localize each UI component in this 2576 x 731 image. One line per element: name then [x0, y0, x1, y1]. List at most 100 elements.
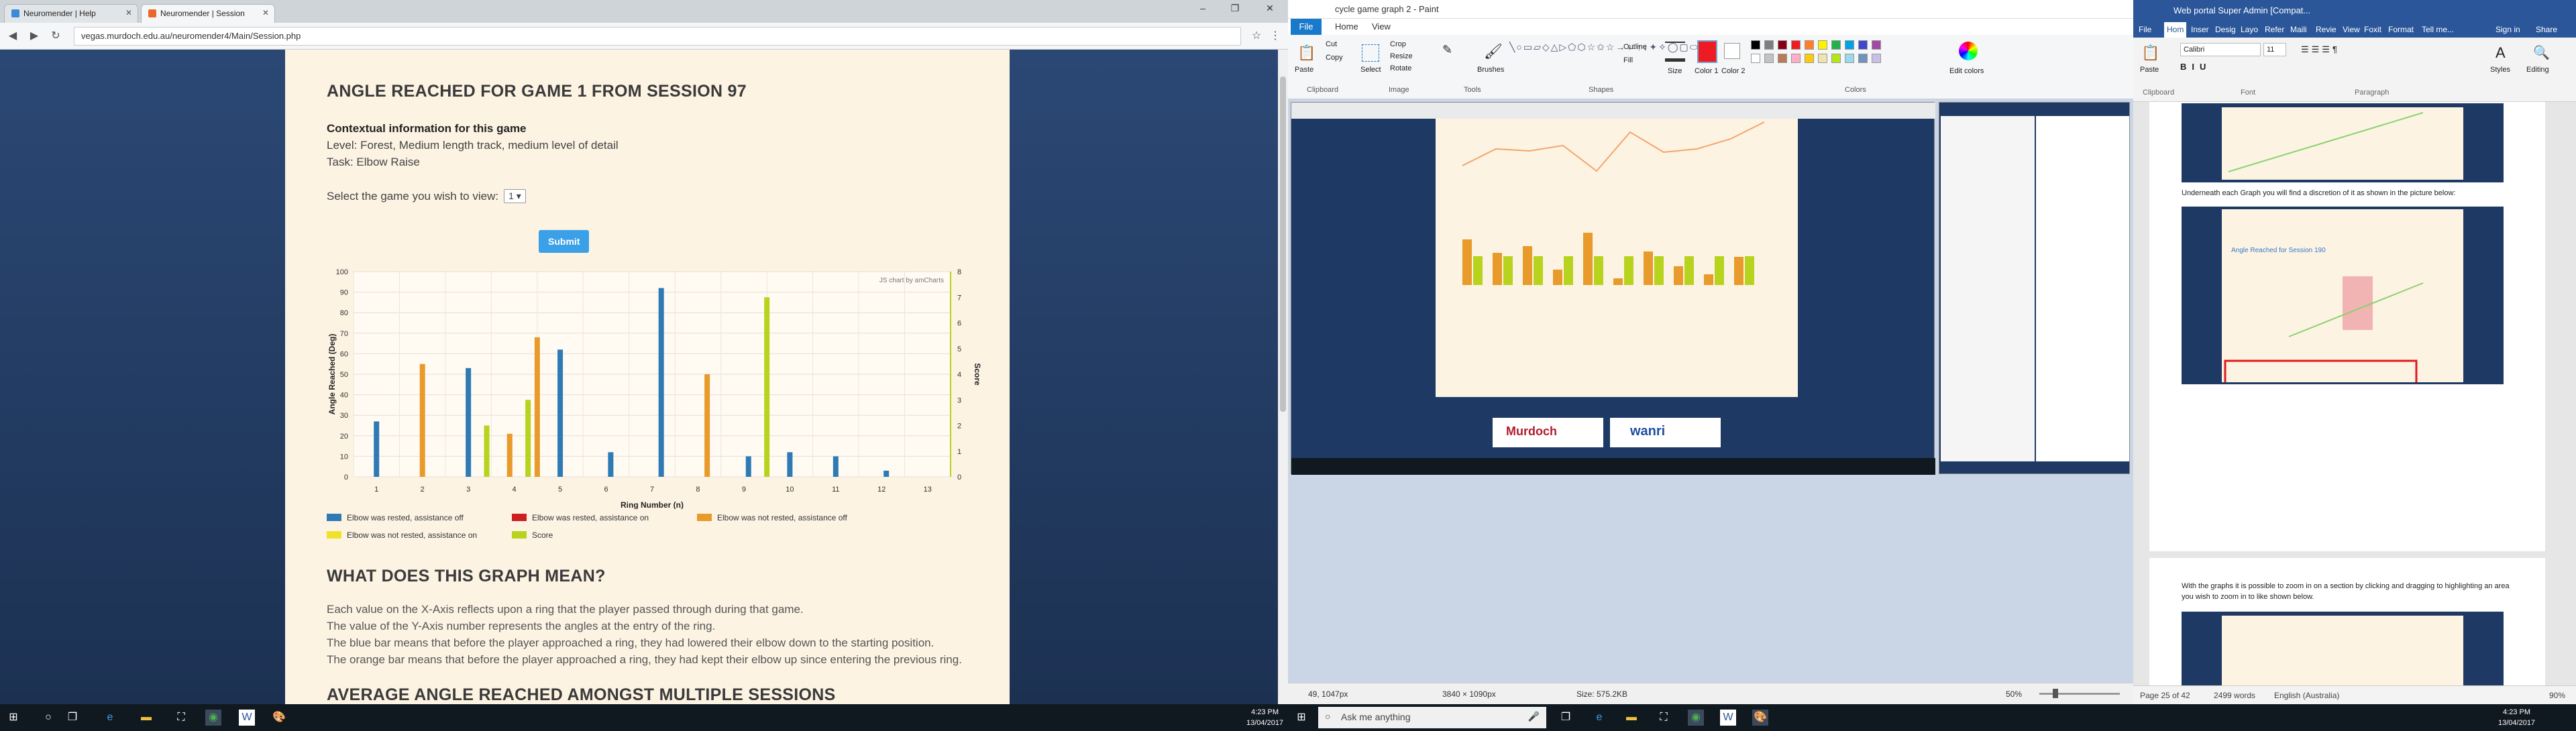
taskbar-clock-right[interactable]: 4:23 PM 13/04/2017	[2498, 707, 2535, 728]
paste-button[interactable]: Paste	[1295, 66, 1313, 74]
word-tab[interactable]: File	[2139, 25, 2151, 34]
star-icon[interactable]: ☆	[1249, 29, 1264, 44]
url-input[interactable]: vegas.murdoch.edu.au/neuromender4/Main/S…	[74, 27, 1241, 46]
palette-color[interactable]	[1858, 54, 1868, 63]
outline-button[interactable]: Outline	[1623, 43, 1647, 51]
store-icon[interactable]: ⛶	[1656, 710, 1672, 726]
tab-help[interactable]: Neuromender | Help ✕	[4, 4, 138, 23]
chrome-icon[interactable]: ◉	[1688, 710, 1704, 726]
palette-color[interactable]	[1845, 40, 1854, 50]
submit-button[interactable]: Submit	[539, 230, 590, 253]
cut-button[interactable]: Cut	[1326, 40, 1337, 48]
tell-me-input[interactable]: Tell me...	[2422, 25, 2454, 34]
word-tab[interactable]: Revie	[2316, 25, 2337, 34]
legend-item[interactable]: Elbow was not rested, assistance on	[327, 530, 477, 540]
select-button[interactable]: Select	[1360, 66, 1381, 74]
palette-color[interactable]	[1778, 54, 1787, 63]
paste-icon[interactable]: 📋	[2141, 44, 2159, 62]
task-view-icon[interactable]: ❐	[1558, 710, 1574, 726]
font-size-select[interactable]: 11	[2263, 43, 2286, 56]
paint-icon[interactable]: 🎨	[271, 710, 287, 726]
copy-button[interactable]: Copy	[1326, 54, 1343, 62]
word-document-area[interactable]: Underneath each Graph you will find a di…	[2133, 102, 2576, 685]
zoom-slider[interactable]	[2039, 693, 2120, 695]
word-icon[interactable]: W	[1720, 710, 1736, 726]
rotate-button[interactable]: Rotate	[1390, 64, 1411, 72]
word-tab[interactable]: Refer	[2265, 25, 2284, 34]
word-tab[interactable]: Layo	[2241, 25, 2258, 34]
select-icon[interactable]	[1362, 44, 1379, 62]
fill-button[interactable]: Fill	[1623, 56, 1633, 64]
edge-icon[interactable]: e	[102, 710, 118, 726]
palette-color[interactable]	[1751, 40, 1760, 50]
zoom-thumb[interactable]	[2053, 689, 2058, 698]
cortana-icon[interactable]: ○	[40, 710, 56, 726]
resize-button[interactable]: Resize	[1390, 52, 1413, 60]
palette-color[interactable]	[1805, 54, 1814, 63]
color2-button[interactable]: Color 2	[1721, 67, 1745, 75]
sign-in-link[interactable]: Sign in	[2496, 25, 2520, 34]
edge-icon[interactable]: e	[1591, 710, 1607, 726]
file-explorer-icon[interactable]: ▬	[138, 710, 154, 726]
palette-color[interactable]	[1831, 54, 1841, 63]
game-select[interactable]: 1 ▾	[504, 189, 526, 203]
legend-item[interactable]: Score	[512, 530, 553, 540]
word-paste-button[interactable]: Paste	[2140, 66, 2159, 74]
editing-icon[interactable]: 🔍	[2533, 44, 2550, 61]
color-palette[interactable]	[1751, 40, 1892, 67]
styles-icon[interactable]: A	[2496, 44, 2506, 62]
word-tab[interactable]: Desig	[2215, 25, 2236, 34]
palette-color[interactable]	[1818, 54, 1827, 63]
paint-icon[interactable]: 🎨	[1752, 710, 1768, 726]
scroll-thumb[interactable]	[1280, 76, 1286, 412]
palette-color[interactable]	[1778, 40, 1787, 50]
palette-color[interactable]	[1818, 40, 1827, 50]
palette-color[interactable]	[1751, 54, 1760, 63]
word-tab[interactable]: Format	[2388, 25, 2414, 34]
size-button[interactable]: Size	[1668, 67, 1682, 75]
paint-file-tab[interactable]: File	[1291, 19, 1322, 35]
color2-swatch[interactable]	[1724, 43, 1740, 59]
edit-colors-button[interactable]: Edit colors	[1949, 67, 1984, 75]
minimize-button[interactable]: –	[1193, 3, 1213, 17]
palette-color[interactable]	[1872, 40, 1881, 50]
editing-button[interactable]: Editing	[2526, 66, 2549, 74]
paint-view-tab[interactable]: View	[1372, 21, 1391, 32]
tab-session[interactable]: Neuromender | Session ✕	[141, 4, 275, 23]
palette-color[interactable]	[1845, 54, 1854, 63]
color1-button[interactable]: Color 1	[1695, 67, 1718, 75]
shapes-gallery[interactable]: ╲○▭▱◇△▷⬠⬡☆✩☆→←↑↓✦✧◯▢⬭	[1509, 42, 1698, 78]
palette-color[interactable]	[1858, 40, 1868, 50]
size-icon[interactable]	[1665, 42, 1685, 62]
legend-item[interactable]: Elbow was rested, assistance on	[512, 513, 649, 522]
legend-item[interactable]: Elbow was not rested, assistance off	[697, 513, 847, 522]
format-buttons[interactable]: BIU	[2180, 62, 2211, 72]
edit-colors-icon[interactable]	[1959, 42, 1978, 60]
word-tab[interactable]: Foxit	[2364, 25, 2381, 34]
file-explorer-icon[interactable]: ▬	[1623, 710, 1640, 726]
brush-icon[interactable]: 🖌	[1484, 43, 1503, 60]
start-icon[interactable]: ⊞	[1293, 710, 1309, 726]
palette-color[interactable]	[1791, 40, 1801, 50]
reload-icon[interactable]: ↻	[48, 29, 63, 44]
word-icon[interactable]: W	[239, 710, 255, 726]
word-tab[interactable]: Inser	[2191, 25, 2209, 34]
back-icon[interactable]: ◀	[5, 29, 20, 44]
palette-color[interactable]	[1764, 54, 1774, 63]
paste-icon[interactable]: 📋	[1297, 44, 1316, 62]
chrome-icon[interactable]: ◉	[205, 710, 221, 726]
menu-icon[interactable]: ⋮	[1268, 29, 1283, 44]
pencil-icon[interactable]: ✎	[1442, 43, 1452, 57]
legend-item[interactable]: Elbow was rested, assistance off	[327, 513, 464, 522]
paint-canvas-area[interactable]: Murdoch wanri	[1288, 99, 2133, 683]
start-icon[interactable]: ⊞	[5, 710, 21, 726]
microphone-icon[interactable]: 🎤	[1528, 711, 1540, 722]
palette-color[interactable]	[1764, 40, 1774, 50]
close-tab-icon[interactable]: ✕	[262, 8, 269, 17]
color1-swatch[interactable]	[1697, 40, 1717, 63]
word-tab[interactable]: View	[2343, 25, 2360, 34]
word-tab-active[interactable]: Hom	[2164, 22, 2187, 38]
page-scrollbar[interactable]	[1278, 50, 1288, 704]
close-tab-icon[interactable]: ✕	[125, 8, 132, 17]
task-view-icon[interactable]: ❐	[64, 710, 80, 726]
